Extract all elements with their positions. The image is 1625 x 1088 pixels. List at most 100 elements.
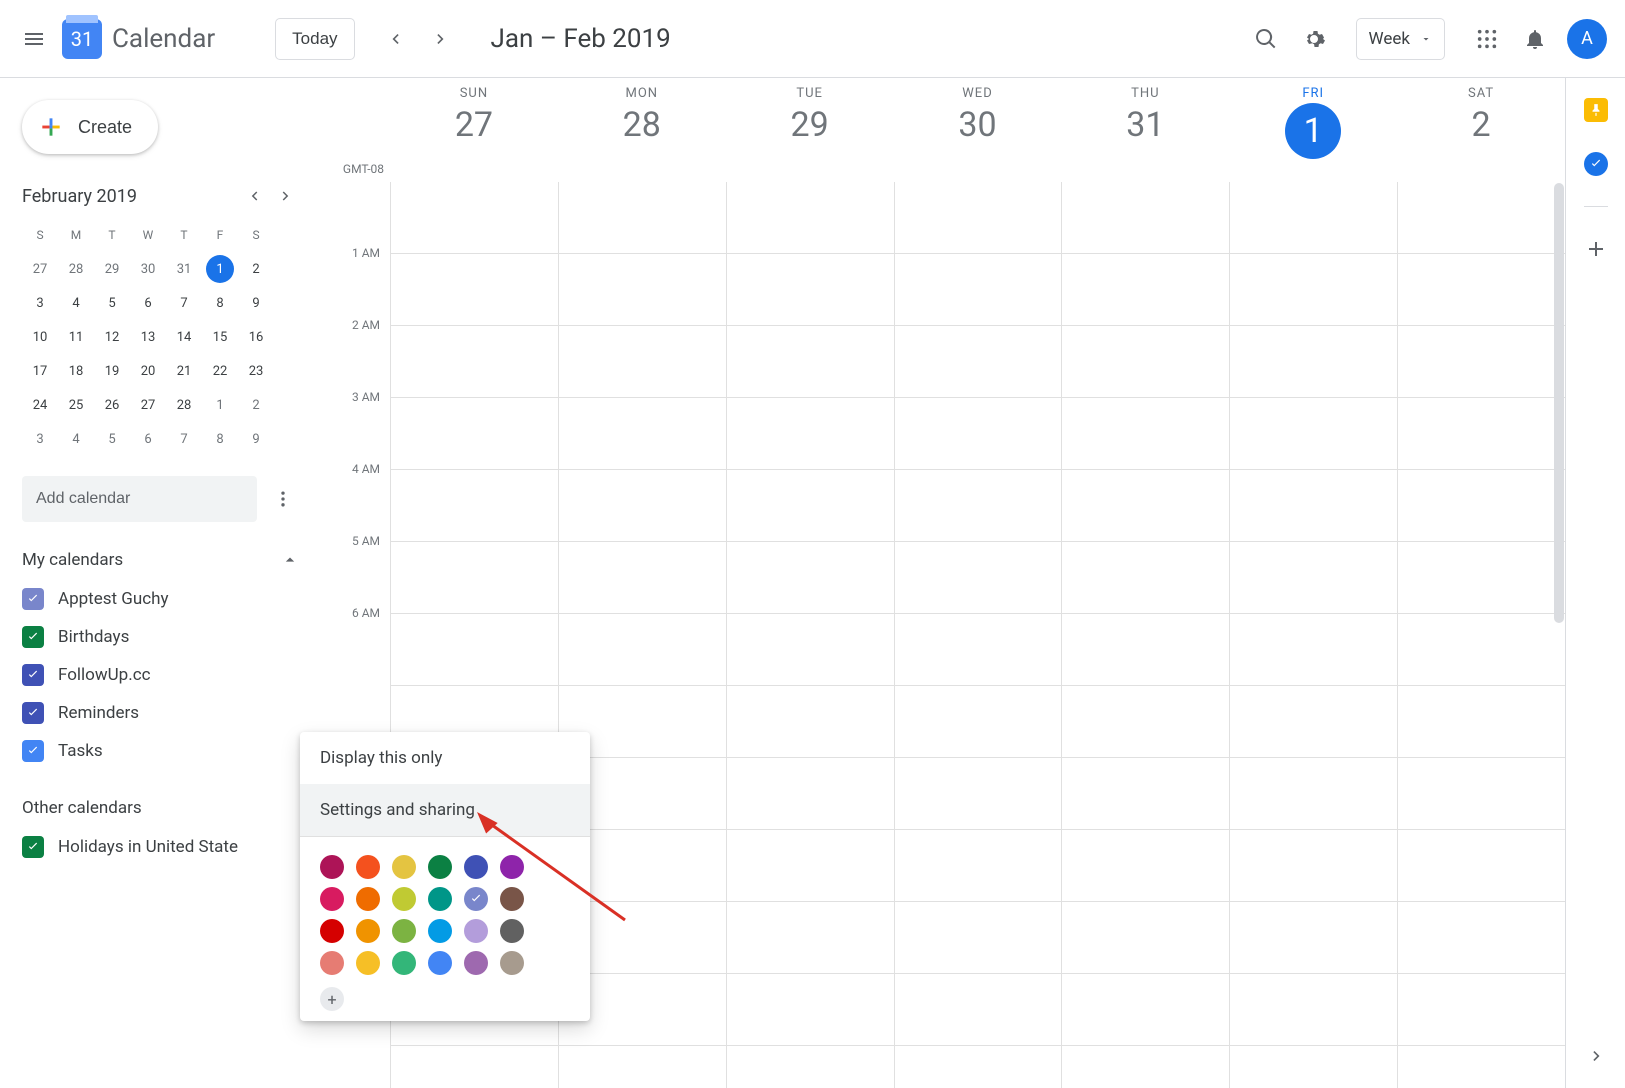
time-slot[interactable]	[559, 614, 726, 686]
day-column[interactable]	[726, 182, 894, 1088]
time-slot[interactable]	[1230, 254, 1397, 326]
time-slot[interactable]	[1398, 686, 1565, 758]
time-slot[interactable]	[1062, 1046, 1229, 1088]
menu-item-settings-sharing[interactable]: Settings and sharing	[300, 784, 590, 836]
time-slot[interactable]	[559, 470, 726, 542]
minical-day[interactable]: 27	[26, 255, 54, 283]
time-slot[interactable]	[727, 686, 894, 758]
time-slot[interactable]	[391, 326, 558, 398]
calendar-row[interactable]: Tasks	[22, 732, 300, 770]
color-swatch[interactable]	[392, 887, 416, 911]
create-button[interactable]: Create	[22, 100, 158, 154]
minical-day[interactable]: 22	[206, 357, 234, 385]
minical-day[interactable]: 14	[170, 323, 198, 351]
time-slot[interactable]	[1062, 686, 1229, 758]
minical-day[interactable]: 26	[98, 391, 126, 419]
time-slot[interactable]	[559, 1046, 726, 1088]
color-swatch[interactable]	[428, 855, 452, 879]
settings-button[interactable]	[1290, 15, 1338, 63]
color-swatch[interactable]	[392, 951, 416, 975]
time-slot[interactable]	[1230, 614, 1397, 686]
time-slot[interactable]	[895, 182, 1062, 254]
time-slot[interactable]	[1398, 974, 1565, 1046]
color-swatch[interactable]	[464, 951, 488, 975]
minical-day[interactable]: 27	[134, 391, 162, 419]
color-swatch[interactable]	[464, 855, 488, 879]
time-slot[interactable]	[391, 614, 558, 686]
time-slot[interactable]	[391, 542, 558, 614]
time-slot[interactable]	[1062, 398, 1229, 470]
time-slot[interactable]	[1398, 830, 1565, 902]
color-swatch[interactable]	[500, 887, 524, 911]
time-slot[interactable]	[1230, 1046, 1397, 1088]
time-slot[interactable]	[727, 182, 894, 254]
color-swatch[interactable]	[356, 855, 380, 879]
next-period-button[interactable]	[421, 19, 461, 59]
time-slot[interactable]	[559, 398, 726, 470]
minical-day[interactable]: 25	[62, 391, 90, 419]
minical-day[interactable]: 9	[242, 289, 270, 317]
time-slot[interactable]	[1062, 182, 1229, 254]
day-column[interactable]	[1061, 182, 1229, 1088]
calendar-row[interactable]: Birthdays	[22, 618, 300, 656]
time-slot[interactable]	[895, 686, 1062, 758]
time-slot[interactable]	[1398, 1046, 1565, 1088]
minical-day[interactable]: 19	[98, 357, 126, 385]
time-slot[interactable]	[1398, 470, 1565, 542]
minical-day[interactable]: 12	[98, 323, 126, 351]
minical-day[interactable]: 7	[170, 289, 198, 317]
time-slot[interactable]	[1398, 902, 1565, 974]
minical-day[interactable]: 4	[62, 289, 90, 317]
time-slot[interactable]	[1398, 542, 1565, 614]
color-swatch[interactable]	[320, 855, 344, 879]
day-header[interactable]: SAT2	[1397, 78, 1565, 182]
other-calendars-header[interactable]: Other calendars	[22, 798, 300, 818]
calendar-row[interactable]: Holidays in United State	[22, 828, 300, 866]
prev-period-button[interactable]	[375, 19, 415, 59]
minical-day[interactable]: 28	[62, 255, 90, 283]
minical-day[interactable]: 10	[26, 323, 54, 351]
time-slot[interactable]	[1062, 470, 1229, 542]
minical-day[interactable]: 2	[242, 255, 270, 283]
color-swatch[interactable]	[428, 887, 452, 911]
search-button[interactable]	[1242, 15, 1290, 63]
minical-day[interactable]: 31	[170, 255, 198, 283]
calendar-checkbox[interactable]	[22, 588, 44, 610]
time-slot[interactable]	[1062, 902, 1229, 974]
time-slot[interactable]	[727, 974, 894, 1046]
time-slot[interactable]	[727, 902, 894, 974]
color-swatch[interactable]	[464, 887, 488, 911]
time-slot[interactable]	[559, 542, 726, 614]
minical-day[interactable]: 17	[26, 357, 54, 385]
calendar-row[interactable]: Reminders	[22, 694, 300, 732]
minical-day[interactable]: 8	[206, 289, 234, 317]
time-slot[interactable]	[1398, 398, 1565, 470]
minical-day[interactable]: 9	[242, 425, 270, 453]
time-slot[interactable]	[727, 470, 894, 542]
minical-prev-button[interactable]	[240, 182, 268, 210]
day-column[interactable]	[1229, 182, 1397, 1088]
time-slot[interactable]	[1230, 902, 1397, 974]
time-slot[interactable]	[1230, 326, 1397, 398]
minical-day[interactable]: 4	[62, 425, 90, 453]
color-swatch[interactable]	[392, 919, 416, 943]
time-slot[interactable]	[1062, 830, 1229, 902]
time-slot[interactable]	[1230, 398, 1397, 470]
my-calendars-header[interactable]: My calendars	[22, 550, 300, 570]
time-slot[interactable]	[391, 182, 558, 254]
time-slot[interactable]	[391, 398, 558, 470]
time-slot[interactable]	[559, 254, 726, 326]
minical-day[interactable]: 23	[242, 357, 270, 385]
minical-day[interactable]: 6	[134, 289, 162, 317]
time-slot[interactable]	[1230, 182, 1397, 254]
calendar-checkbox[interactable]	[22, 664, 44, 686]
calendar-checkbox[interactable]	[22, 836, 44, 858]
day-header[interactable]: WED30	[894, 78, 1062, 182]
google-apps-button[interactable]	[1463, 15, 1511, 63]
time-slot[interactable]	[895, 542, 1062, 614]
color-swatch[interactable]	[320, 919, 344, 943]
time-slot[interactable]	[1230, 974, 1397, 1046]
minical-day[interactable]: 29	[98, 255, 126, 283]
time-slot[interactable]	[895, 1046, 1062, 1088]
time-slot[interactable]	[895, 398, 1062, 470]
